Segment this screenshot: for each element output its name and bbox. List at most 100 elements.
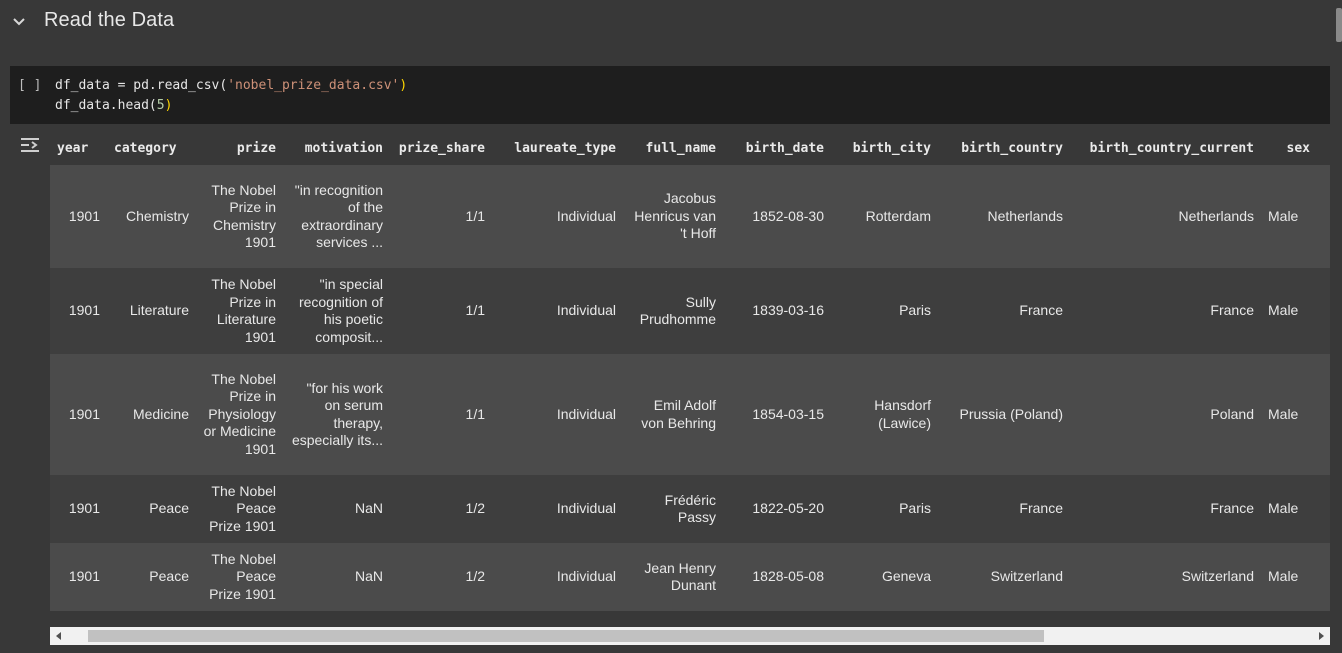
column-header-full-name: full_name [623, 131, 723, 165]
table-header-row: year category prize motivation prize_share la… [50, 131, 1330, 165]
column-header-organization-name: organization_name [1317, 131, 1330, 165]
column-header-category: category [107, 131, 196, 165]
column-header-sex: sex [1261, 131, 1317, 165]
cell-organization-name: Berlin University [1317, 165, 1330, 268]
cell-birth-country: Prussia (Poland) [938, 354, 1070, 475]
cell-laureate-type: Individual [492, 543, 623, 611]
horizontal-scrollbar-thumb[interactable] [88, 630, 1044, 642]
cell-motivation: "in recognition of the extraordinary ser… [283, 165, 390, 268]
dataframe-output: year category prize motivation prize_share la… [50, 131, 1330, 615]
cell-prize-share: 1/1 [390, 268, 492, 354]
page-scrollbar-thumb[interactable] [1336, 8, 1342, 42]
cell-prize-share: 1/1 [390, 354, 492, 475]
cell-sex: Male [1261, 543, 1317, 611]
cell-motivation: NaN [283, 543, 390, 611]
cell-category: Peace [107, 475, 196, 543]
chevron-down-icon[interactable] [10, 12, 28, 30]
cell-full-name: Jean Henry Dunant [623, 543, 723, 611]
cell-full-name: Emil Adolf von Behring [623, 354, 723, 475]
column-header-prize-share: prize_share [390, 131, 492, 165]
output-settings-icon[interactable] [20, 136, 40, 154]
cell-laureate-type: Individual [492, 475, 623, 543]
arrow-left-icon[interactable] [50, 627, 68, 645]
cell-year: 1901 [50, 268, 107, 354]
code-text: ) [399, 78, 408, 93]
table-row: 1901 Chemistry The Nobel Prize in Chemistr… [50, 165, 1330, 268]
column-header-birth-city: birth_city [831, 131, 938, 165]
cell-sex: Male [1261, 475, 1317, 543]
section-header: Read the Data [0, 0, 1342, 44]
cell-birth-country-current: Poland [1070, 354, 1261, 475]
cell-prize: The Nobel Peace Prize 1901 [196, 543, 283, 611]
cell-sex: Male [1261, 268, 1317, 354]
cell-motivation: "for his work on serum therapy, especial… [283, 354, 390, 475]
cell-full-name: Frédéric Passy [623, 475, 723, 543]
cell-birth-country-current: Netherlands [1070, 165, 1261, 268]
column-header-motivation: motivation [283, 131, 390, 165]
cell-year: 1901 [50, 354, 107, 475]
column-header-birth-country: birth_country [938, 131, 1070, 165]
code-text: df_data = pd.read_csv( [55, 78, 228, 93]
cell-birth-country-current: France [1070, 475, 1261, 543]
cell-prize-share: 1/2 [390, 475, 492, 543]
cell-birth-city: Rotterdam [831, 165, 938, 268]
cell-birth-country: Netherlands [938, 165, 1070, 268]
table-row: 1901 Medicine The Nobel Prize in Physiolog… [50, 354, 1330, 475]
cell-motivation: "in special recognition of his poetic co… [283, 268, 390, 354]
cell-birth-country-current: France [1070, 268, 1261, 354]
column-header-prize: prize [196, 131, 283, 165]
dataframe-table: year category prize motivation prize_share la… [50, 131, 1330, 611]
horizontal-scrollbar[interactable] [50, 627, 1330, 645]
arrow-right-icon[interactable] [1312, 627, 1330, 645]
cell-prize: The Nobel Prize in Chemistry 1901 [196, 165, 283, 268]
cell-prize: The Nobel Prize in Physiology or Medicin… [196, 354, 283, 475]
cell-sex: Male [1261, 165, 1317, 268]
cell-birth-date: 1839-03-16 [723, 268, 831, 354]
cell-laureate-type: Individual [492, 268, 623, 354]
cell-category: Peace [107, 543, 196, 611]
code-string: 'nobel_prize_data.csv' [227, 78, 400, 93]
cell-prize-share: 1/2 [390, 543, 492, 611]
code-cell[interactable]: [ ] df_data = pd.read_csv('nobel_prize_d… [10, 66, 1330, 124]
cell-full-name: Sully Prudhomme [623, 268, 723, 354]
cell-prize: The Nobel Prize in Literature 1901 [196, 268, 283, 354]
cell-organization-name: NaN [1317, 268, 1330, 354]
table-row: 1901 Peace The Nobel Peace Prize 1901 NaN 1/… [50, 475, 1330, 543]
cell-full-name: Jacobus Henricus van 't Hoff [623, 165, 723, 268]
cell-prize-share: 1/1 [390, 165, 492, 268]
cell-organization-name: Marburg University [1317, 354, 1330, 475]
cell-year: 1901 [50, 543, 107, 611]
cell-laureate-type: Individual [492, 165, 623, 268]
cell-birth-city: Paris [831, 475, 938, 543]
cell-prize: The Nobel Peace Prize 1901 [196, 475, 283, 543]
column-header-birth-country-current: birth_country_current [1070, 131, 1261, 165]
cell-laureate-type: Individual [492, 354, 623, 475]
cell-motivation: NaN [283, 475, 390, 543]
cell-organization-name: NaN [1317, 543, 1330, 611]
table-row: 1901 Peace The Nobel Peace Prize 1901 NaN 1/… [50, 543, 1330, 611]
run-cell-button[interactable]: [ ] [18, 78, 41, 93]
table-row: 1901 Literature The Nobel Prize in Literat… [50, 268, 1330, 354]
cell-birth-city: Geneva [831, 543, 938, 611]
cell-birth-country-current: Switzerland [1070, 543, 1261, 611]
code-number: 5 [156, 98, 165, 113]
cell-year: 1901 [50, 165, 107, 268]
column-header-birth-date: birth_date [723, 131, 831, 165]
cell-birth-country: France [938, 268, 1070, 354]
code-text: df_data.head( [55, 98, 157, 113]
cell-birth-date: 1852-08-30 [723, 165, 831, 268]
cell-birth-city: Paris [831, 268, 938, 354]
cell-birth-date: 1828-05-08 [723, 543, 831, 611]
column-header-laureate-type: laureate_type [492, 131, 623, 165]
cell-birth-country: Switzerland [938, 543, 1070, 611]
cell-year: 1901 [50, 475, 107, 543]
cell-birth-date: 1822-05-20 [723, 475, 831, 543]
cell-category: Medicine [107, 354, 196, 475]
code-text: ) [164, 98, 173, 113]
code-editor[interactable]: df_data = pd.read_csv('nobel_prize_data.… [55, 76, 407, 116]
cell-birth-date: 1854-03-15 [723, 354, 831, 475]
cell-category: Literature [107, 268, 196, 354]
cell-category: Chemistry [107, 165, 196, 268]
column-header-year: year [50, 131, 107, 165]
cell-organization-name: NaN [1317, 475, 1330, 543]
